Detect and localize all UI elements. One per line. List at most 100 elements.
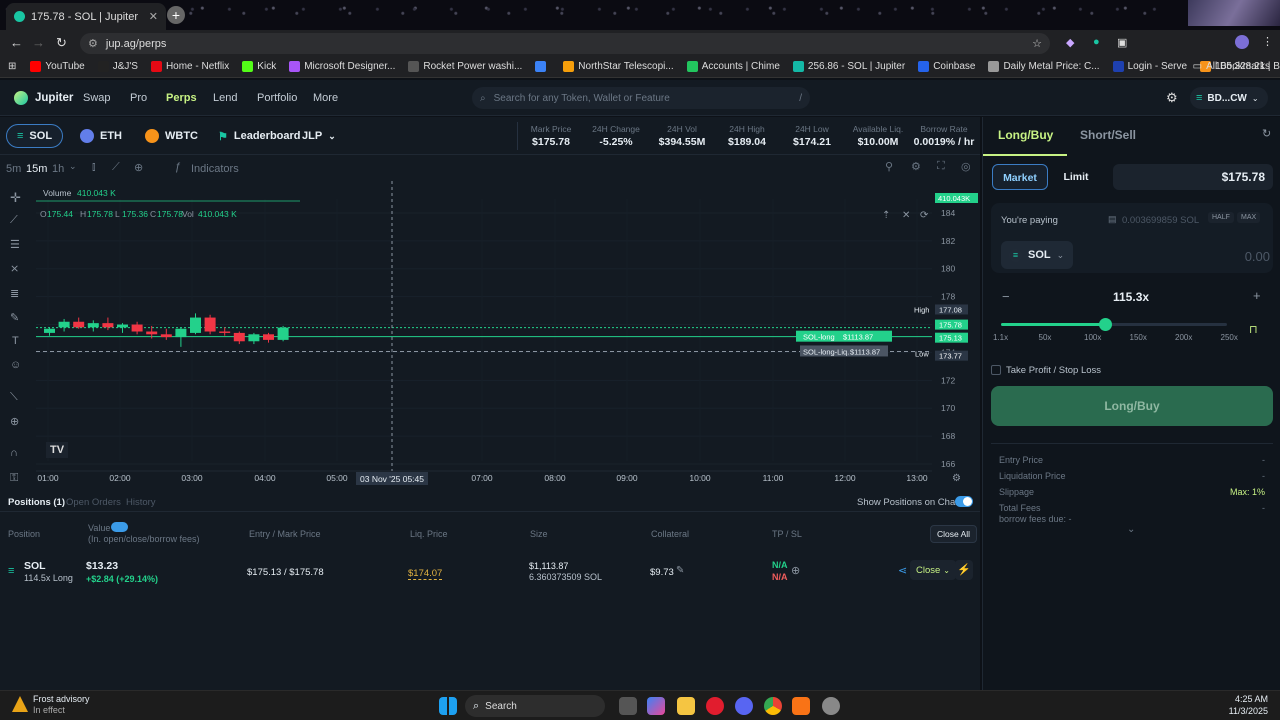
leverage-mark[interactable]: 100x — [1084, 333, 1101, 342]
jlp-dropdown[interactable]: JLP ⌄ — [292, 124, 346, 148]
ruler-icon[interactable]: ⟍ — [10, 391, 18, 404]
expand-details-icon[interactable]: ⌄ — [1127, 524, 1135, 535]
crosshair-icon[interactable]: ✛ — [10, 190, 21, 206]
bookmark-item[interactable]: Kick — [242, 61, 276, 72]
copilot-icon[interactable] — [647, 697, 665, 715]
menu-icon[interactable]: ⋮ — [1262, 35, 1273, 48]
interval-15m[interactable]: 15m — [26, 163, 47, 175]
global-search[interactable]: ⌕ Search for any Token, Wallet or Featur… — [472, 87, 810, 109]
task-view-icon[interactable] — [619, 697, 637, 715]
file-explorer-icon[interactable] — [677, 697, 695, 715]
projection-icon[interactable]: ≣ — [10, 287, 19, 300]
asset-tab-wbtc[interactable]: WBTC — [135, 124, 208, 148]
token-selector[interactable]: ≡ SOL ⌄ — [1001, 241, 1073, 269]
bookmark-star-icon[interactable]: ☆ — [1032, 37, 1042, 50]
half-button[interactable]: HALF — [1208, 212, 1234, 223]
chrome-icon[interactable] — [764, 697, 782, 715]
clock-time[interactable]: 4:25 AM — [1235, 694, 1268, 704]
amount-input[interactable]: 0.00 — [1245, 249, 1270, 264]
browser-tab[interactable]: 175.78 - SOL | Jupiter ✕ — [6, 3, 166, 30]
apps-icon[interactable]: ⊞ — [8, 61, 16, 72]
refresh-icon[interactable]: ↻ — [1262, 127, 1271, 140]
indicators-icon[interactable]: ƒ — [175, 161, 181, 173]
leverage-mark[interactable]: 150x — [1130, 333, 1147, 342]
zoom-icon[interactable]: ⊕ — [10, 415, 19, 428]
bookmark-item[interactable]: Accounts | Chime — [686, 61, 780, 72]
leverage-mark[interactable]: 200x — [1175, 333, 1192, 342]
max-button[interactable]: MAX — [1237, 212, 1261, 223]
bookmark-item[interactable]: Coinbase — [918, 61, 975, 72]
chevron-down-icon[interactable]: ⌄ — [69, 161, 77, 172]
show-positions-toggle[interactable] — [955, 496, 973, 507]
weather-icon[interactable] — [12, 696, 28, 712]
close-tab-icon[interactable]: ✕ — [149, 10, 158, 23]
puzzle-icon[interactable]: ▣ — [1117, 36, 1127, 49]
brand-name[interactable]: Jupiter — [35, 92, 73, 104]
reload-icon[interactable]: ↻ — [56, 35, 67, 51]
taskbar-search[interactable]: ⌕ Search — [465, 695, 605, 717]
trendline-icon[interactable]: ⟋ — [10, 214, 18, 227]
bookmark-item[interactable]: 256.86 - SOL | Jupiter — [792, 61, 905, 72]
line-chart-icon[interactable]: ⟋ — [112, 161, 120, 174]
weather-title[interactable]: Frost advisory — [33, 694, 90, 704]
tab-history[interactable]: History — [126, 497, 156, 508]
extension-icon[interactable]: ● — [1093, 36, 1100, 48]
all-bookmarks[interactable]: ▭ All Bookmarks — [1193, 61, 1270, 72]
compare-pen-icon[interactable]: ⚲ — [885, 160, 893, 173]
value-info-toggle[interactable] — [111, 522, 128, 532]
bookmark-item[interactable]: Home - Netflix — [150, 61, 229, 72]
interval-5m[interactable]: 5m — [6, 163, 21, 175]
table-row[interactable]: ≡ SOL 114.5x Long $13.23 +$2.84 (+29.14%… — [0, 552, 980, 590]
bookmark-item[interactable]: Daily Metal Price: C... — [988, 61, 1100, 72]
jupiter-logo-icon[interactable] — [14, 91, 28, 105]
settings-gear-icon[interactable]: ⚙ — [1166, 90, 1178, 106]
nav-swap[interactable]: Swap — [83, 92, 111, 104]
bookmark-item[interactable]: Microsoft Designer... — [289, 61, 395, 72]
lightning-icon[interactable]: ⚡ — [955, 560, 973, 580]
interval-1h[interactable]: 1h — [52, 163, 64, 175]
text-icon[interactable]: T — [12, 335, 19, 347]
discord-icon[interactable] — [735, 697, 753, 715]
nav-lend[interactable]: Lend — [213, 92, 237, 104]
order-type-limit[interactable]: Limit — [1053, 164, 1099, 190]
tradingview-logo-icon[interactable]: TV — [46, 442, 68, 458]
windows-start-icon[interactable] — [439, 697, 457, 715]
close-position-button[interactable]: Close ⌄ — [910, 560, 956, 580]
magnet-icon[interactable]: ∩ — [10, 447, 18, 459]
tab-long-buy[interactable]: Long/Buy — [998, 128, 1053, 142]
order-type-market[interactable]: Market — [992, 164, 1048, 190]
leverage-slider-handle[interactable] — [1098, 318, 1112, 331]
settings-icon[interactable]: ⚙ — [911, 160, 921, 173]
new-tab-button[interactable]: + — [167, 6, 185, 24]
leverage-slider[interactable] — [1001, 318, 1227, 331]
opera-icon[interactable] — [706, 697, 724, 715]
app-icon[interactable] — [792, 697, 810, 715]
leverage-mark[interactable]: 50x — [1039, 333, 1052, 342]
nav-portfolio[interactable]: Portfolio — [257, 92, 297, 104]
increase-leverage-button[interactable]: + — [1253, 288, 1261, 303]
extensions-icon[interactable]: ◆ — [1066, 36, 1074, 49]
asset-tab-eth[interactable]: ETH — [70, 124, 132, 148]
price-chart[interactable]: 18418218017817617417217016816601:0002:00… — [0, 181, 980, 490]
wallet-button[interactable]: ≡ BD...CW ⌄ — [1190, 87, 1268, 109]
detail-slippage-value[interactable]: Max: 1% — [1230, 487, 1265, 497]
fullscreen-icon[interactable]: ⛶ — [937, 160, 945, 173]
decrease-leverage-button[interactable]: − — [1002, 289, 1010, 304]
close-all-button[interactable]: Close All — [930, 525, 978, 543]
site-info-icon[interactable]: ⚙ — [88, 37, 98, 50]
indicators-button[interactable]: Indicators — [191, 163, 239, 175]
emoji-icon[interactable]: ☺ — [10, 359, 21, 371]
camera-icon[interactable]: ◎ — [961, 160, 971, 173]
bookmark-item[interactable]: Rocket Power washi... — [408, 61, 522, 72]
tab-open-orders[interactable]: Open Orders — [66, 497, 121, 508]
lock-icon[interactable]: ⚿ — [10, 472, 18, 485]
back-icon[interactable]: ← — [10, 35, 23, 50]
submit-long-buy-button[interactable]: Long/Buy — [991, 386, 1273, 426]
brush-icon[interactable]: ✎ — [10, 311, 19, 324]
clock-date[interactable]: 11/3/2025 — [1229, 706, 1268, 716]
nav-perps[interactable]: Perps — [166, 92, 197, 104]
edit-pencil-icon[interactable]: ✎ — [676, 565, 684, 576]
leverage-mark[interactable]: 1.1x — [993, 333, 1008, 342]
bookmark-item[interactable]: NorthStar Telescopi... — [563, 61, 674, 72]
share-icon[interactable]: ⋖ — [898, 564, 907, 577]
